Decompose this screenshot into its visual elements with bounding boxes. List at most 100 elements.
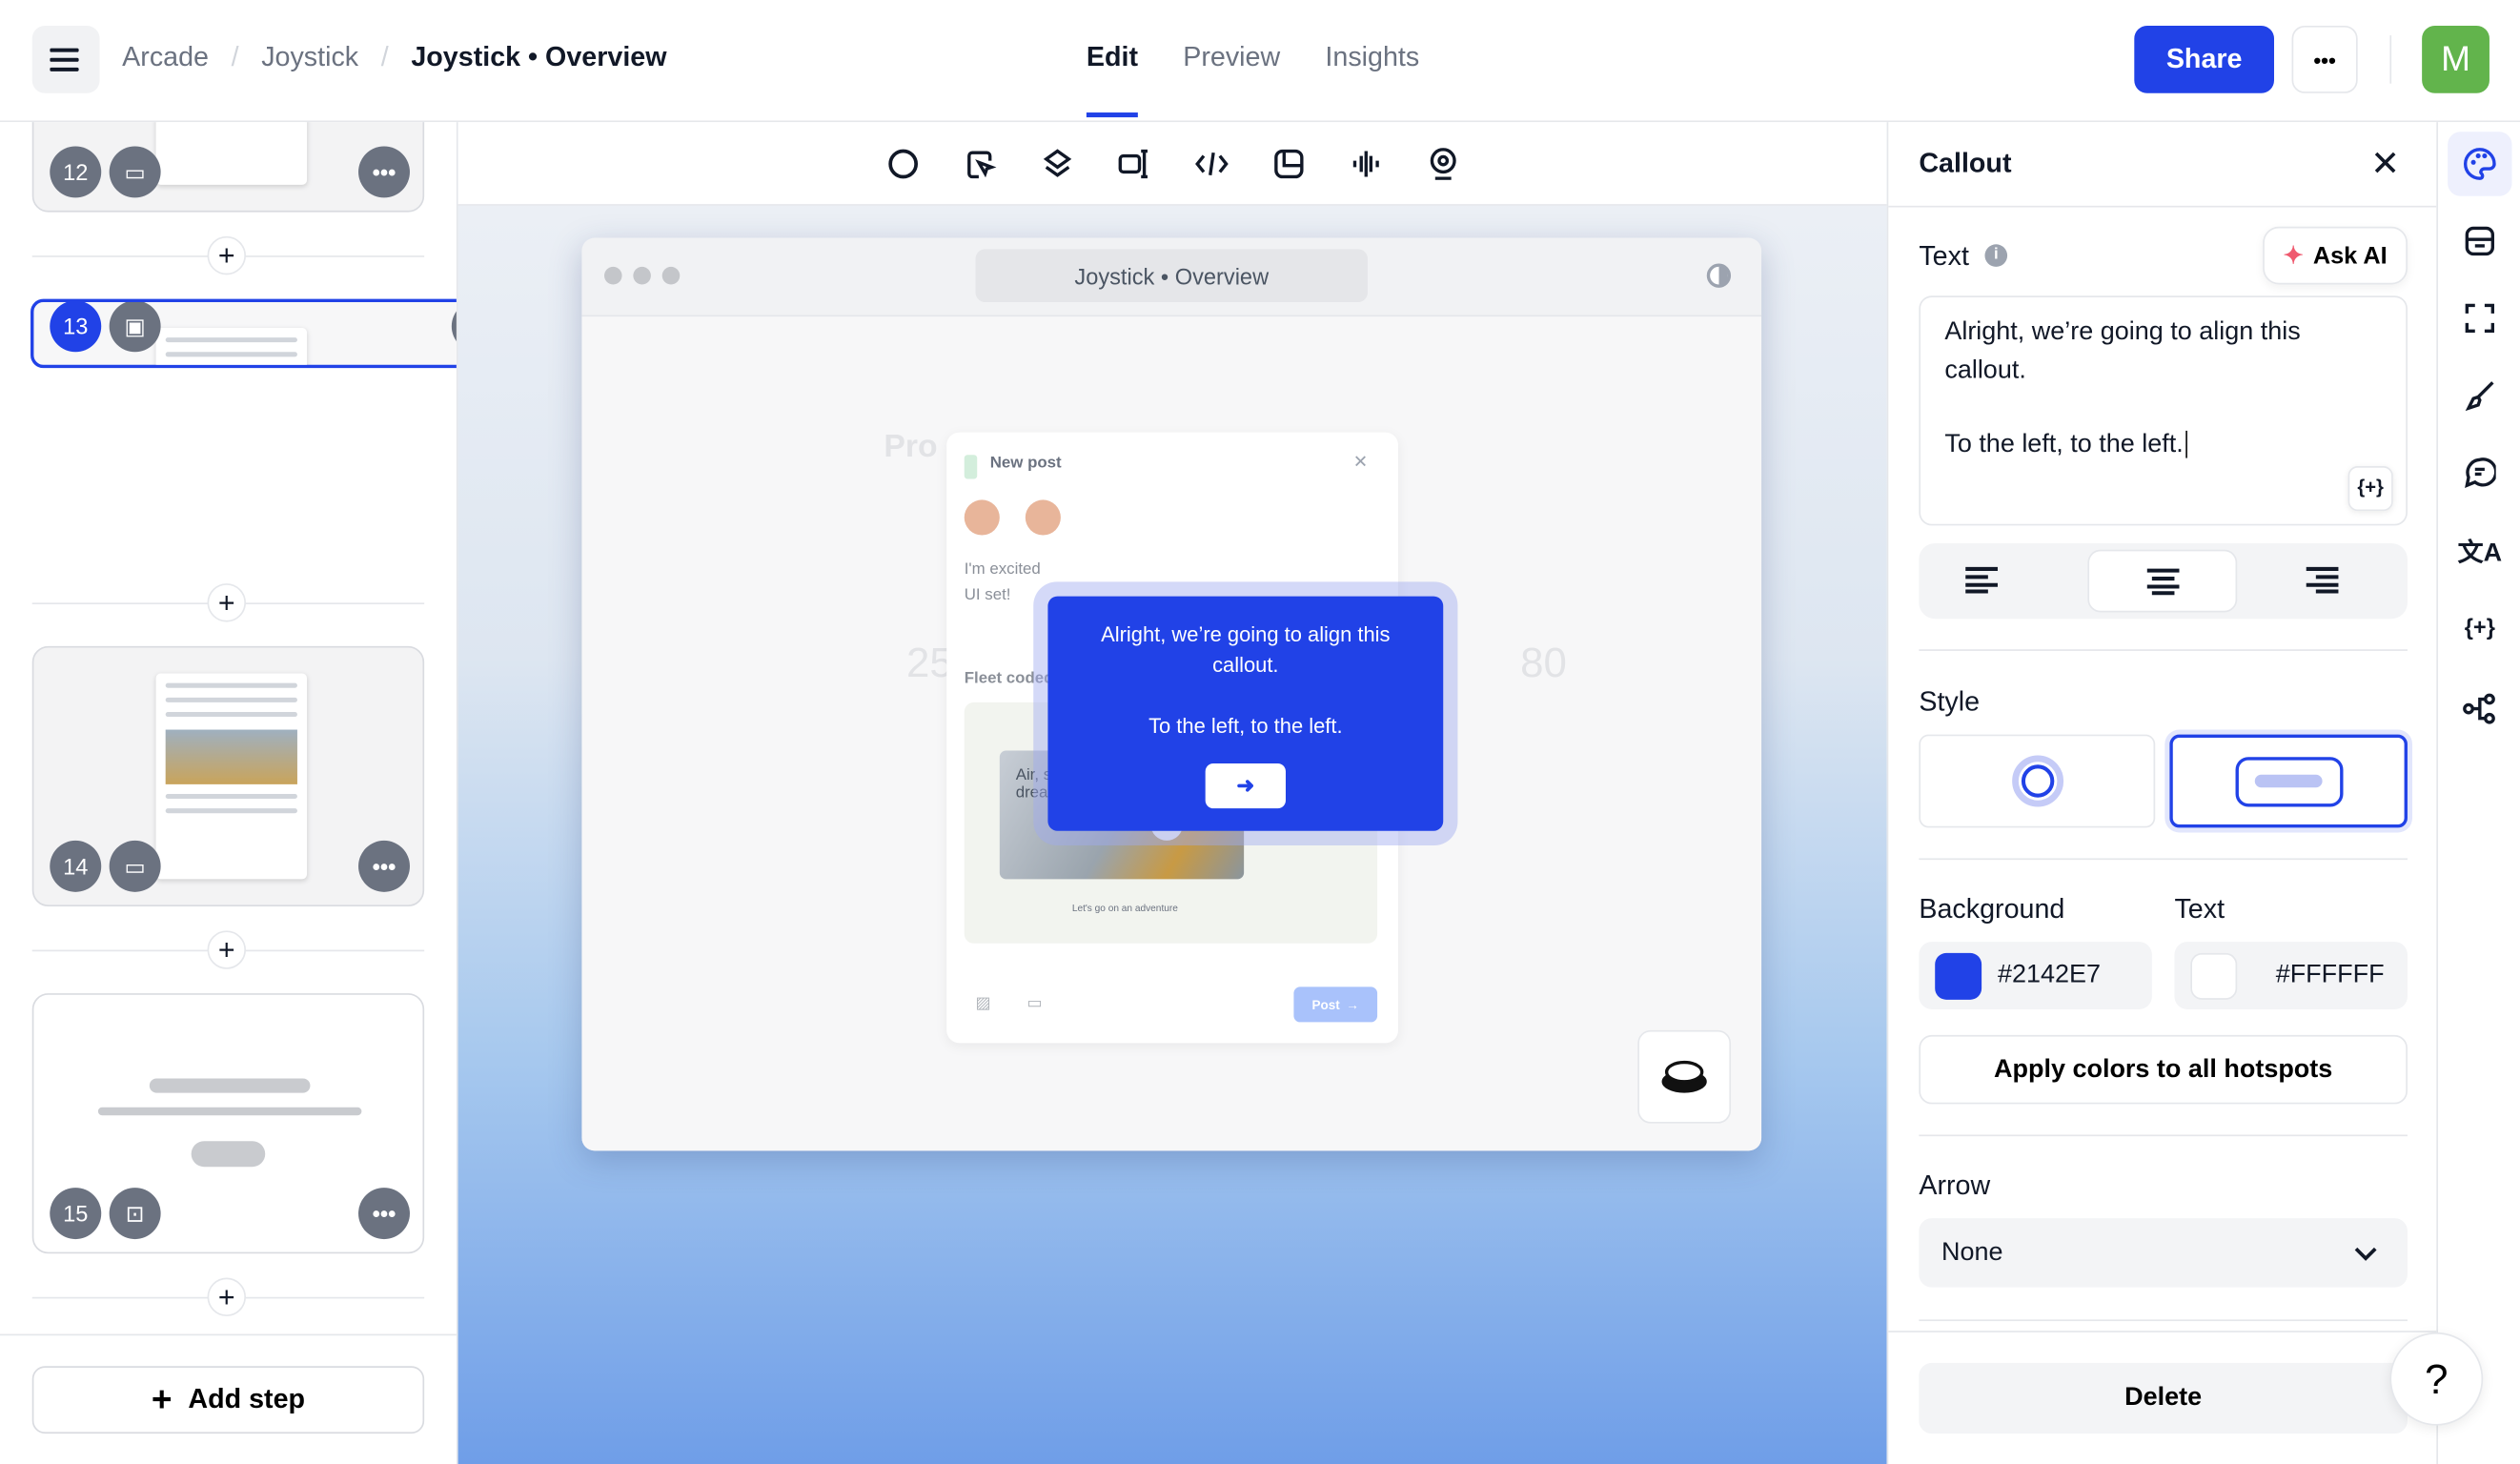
audio-icon[interactable] xyxy=(1345,142,1387,184)
profile-avatar xyxy=(1025,499,1061,536)
align-center-button[interactable] xyxy=(2087,549,2238,613)
step-more-button[interactable]: ••• xyxy=(451,302,457,353)
brush-icon[interactable] xyxy=(2448,363,2511,427)
recording-button[interactable] xyxy=(1637,1029,1732,1124)
divider xyxy=(2389,35,2392,84)
hotspot-style-icon xyxy=(2011,755,2063,807)
insert-step-button[interactable]: + xyxy=(207,235,246,275)
style-option-hotspot[interactable] xyxy=(1919,734,2156,828)
callout-hotspot[interactable]: Alright, we’re going to align this callo… xyxy=(1047,596,1444,831)
crop-icon[interactable] xyxy=(1268,142,1310,184)
layers-icon[interactable] xyxy=(1036,142,1078,184)
close-icon: ✕ xyxy=(1352,453,1369,473)
panel-icon-rail: 文A {+} xyxy=(2436,122,2520,1464)
text-color-picker[interactable]: #FFFFFF xyxy=(2174,942,2408,1009)
editor-toolbar xyxy=(457,122,1887,206)
insert-step-button[interactable]: + xyxy=(207,930,246,969)
background-label: Background xyxy=(1919,893,2065,925)
plus-icon: + xyxy=(151,1378,173,1419)
callout-next-button[interactable]: ➜ xyxy=(1205,762,1286,809)
step-card-13[interactable]: 13 ▣ ••• xyxy=(30,298,457,369)
add-step-button[interactable]: + Add step xyxy=(31,1366,425,1434)
step-card-12[interactable]: 12 ▭ ••• xyxy=(31,122,425,213)
page-heading-faded: Pro xyxy=(884,429,938,465)
step-number: 13 xyxy=(50,302,102,353)
top-bar: Arcade / Joystick / Joystick • Overview … xyxy=(0,0,2520,123)
divider xyxy=(1888,205,2437,208)
delete-button[interactable]: Delete xyxy=(1919,1362,2408,1434)
info-icon[interactable]: i xyxy=(1984,244,2008,267)
share-button[interactable]: Share xyxy=(2134,25,2275,93)
step-more-button[interactable]: ••• xyxy=(358,840,410,892)
webcam-icon[interactable] xyxy=(1421,142,1463,184)
chapter-title-placeholder xyxy=(149,1078,311,1093)
text-label: Text xyxy=(1919,240,1969,272)
video-icon: ▭ xyxy=(1026,994,1043,1013)
step-card-15[interactable]: 15 ⊡ ••• xyxy=(31,993,425,1254)
branching-icon[interactable] xyxy=(2448,677,2511,741)
insert-step-button[interactable]: + xyxy=(207,583,246,622)
close-icon: ✕ xyxy=(2370,143,2401,184)
insert-variable-button[interactable]: {+} xyxy=(2347,466,2393,512)
tab-insights[interactable]: Insights xyxy=(1325,42,1419,74)
align-right-icon[interactable] xyxy=(2305,566,2340,595)
pan-zoom-icon[interactable] xyxy=(959,142,1001,184)
translate-icon[interactable]: 文A xyxy=(2448,518,2511,581)
breadcrumb-current[interactable]: Joystick • Overview xyxy=(411,42,666,74)
callout-text-line2: To the left, to the left. xyxy=(1148,713,1343,738)
insert-step-button[interactable]: + xyxy=(207,1277,246,1317)
image-icon: ▣ xyxy=(109,302,161,353)
callout-text-input[interactable]: Alright, we’re going to align this callo… xyxy=(1919,295,2408,526)
code-icon[interactable] xyxy=(1190,142,1232,184)
sparkle-icon: ✦ xyxy=(2283,242,2304,271)
chapter-subtitle-placeholder xyxy=(97,1107,362,1116)
ask-ai-button[interactable]: ✦ Ask AI xyxy=(2263,226,2408,285)
post-button: Post → xyxy=(1293,986,1378,1023)
hotspot-icon[interactable] xyxy=(882,142,924,184)
step-card-14[interactable]: 14 ▭ ••• xyxy=(31,645,425,907)
step-number: 14 xyxy=(50,840,102,892)
mode-tabs: Edit Preview Insights xyxy=(1086,42,1419,118)
video-icon: ▭ xyxy=(109,840,161,892)
text-color-label: Text xyxy=(2174,893,2225,925)
palette-icon[interactable] xyxy=(2448,132,2512,196)
arrow-select[interactable]: None xyxy=(1919,1218,2408,1288)
background-color-picker[interactable]: #2142E7 xyxy=(1919,942,2152,1009)
steps-sidebar: 12 ▭ ••• + 13 ▣ ••• + 14 ▭ ••• + 15 ⊡ • xyxy=(0,122,458,1464)
tab-preview[interactable]: Preview xyxy=(1183,42,1280,74)
step-more-button[interactable]: ••• xyxy=(358,1188,410,1240)
stat-faded: 80 xyxy=(1520,638,1567,687)
step-more-button[interactable]: ••• xyxy=(358,146,410,198)
tab-edit[interactable]: Edit xyxy=(1086,42,1139,118)
ellipsis-icon: ••• xyxy=(2313,47,2336,72)
help-button[interactable]: ? xyxy=(2389,1332,2484,1426)
align-center-icon xyxy=(2146,568,2180,596)
joystick-button-icon xyxy=(1661,1060,1707,1093)
chapter-button-placeholder xyxy=(191,1141,266,1168)
breadcrumb-joystick[interactable]: Joystick xyxy=(261,42,358,74)
align-left-icon[interactable] xyxy=(1964,566,2000,595)
profile-avatar xyxy=(964,499,1000,536)
divider xyxy=(1919,858,2408,861)
panel-title: Callout xyxy=(1919,148,2012,179)
breadcrumb-arcade[interactable]: Arcade xyxy=(122,42,209,74)
menu-button[interactable] xyxy=(31,25,100,93)
step-thumbnail xyxy=(155,327,308,365)
resize-icon[interactable] xyxy=(1113,142,1155,184)
close-panel-button[interactable]: ✕ xyxy=(2370,143,2400,185)
user-avatar[interactable]: M xyxy=(2422,25,2490,93)
divider xyxy=(1888,1331,2437,1332)
layout-icon[interactable] xyxy=(2448,209,2511,273)
properties-panel: Callout ✕ Text i ✦ Ask AI Alright, we’re … xyxy=(1886,122,2437,1464)
arrow-right-icon: ➜ xyxy=(1236,773,1255,798)
divider xyxy=(1919,1134,2408,1137)
more-options-button[interactable]: ••• xyxy=(2291,25,2358,93)
comment-icon[interactable] xyxy=(2448,440,2511,504)
browser-frame: Joystick • Overview Pro 80 25 New post ✕… xyxy=(581,237,1762,1151)
fullscreen-icon[interactable] xyxy=(2448,286,2511,350)
apply-colors-button[interactable]: Apply colors to all hotspots xyxy=(1919,1034,2408,1105)
style-option-callout[interactable] xyxy=(2169,734,2408,828)
variables-icon[interactable]: {+} xyxy=(2448,595,2511,659)
canvas-area: Joystick • Overview Pro 80 25 New post ✕… xyxy=(457,122,1887,1464)
contrast-icon[interactable] xyxy=(1706,263,1732,288)
